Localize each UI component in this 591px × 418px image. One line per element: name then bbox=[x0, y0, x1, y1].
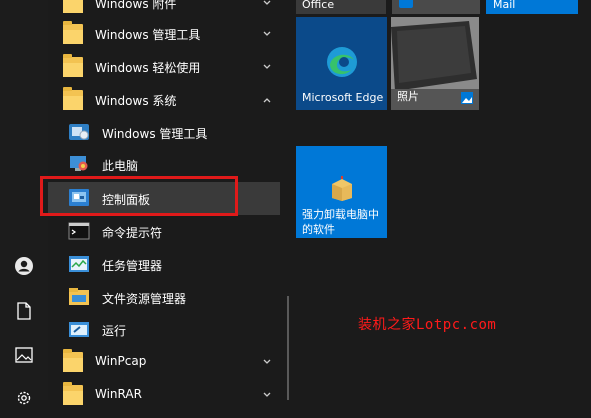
app-file-explorer[interactable]: 文件资源管理器 bbox=[48, 281, 280, 314]
folder-label: Windows 管理工具 bbox=[95, 28, 201, 42]
chevron-down-icon bbox=[263, 64, 271, 69]
chevron-down-icon bbox=[263, 0, 271, 5]
uninstall-box-icon bbox=[332, 176, 352, 201]
tile-label: Mail bbox=[493, 0, 516, 11]
folder-label: Windows 附件 bbox=[95, 0, 177, 11]
folder-icon bbox=[62, 54, 84, 78]
settings-button[interactable] bbox=[0, 378, 48, 418]
tile-label: Microsoft Edge bbox=[302, 91, 384, 104]
task-manager-icon bbox=[68, 253, 90, 275]
tile-skype[interactable] bbox=[392, 0, 480, 14]
pictures-button[interactable] bbox=[0, 335, 48, 375]
app-label: 此电脑 bbox=[102, 159, 139, 173]
watermark-text: 装机之家Lotpc.com bbox=[358, 317, 497, 333]
tile-office[interactable]: Office bbox=[296, 0, 386, 14]
documents-button[interactable] bbox=[0, 291, 48, 331]
tile-label: Office bbox=[302, 0, 335, 11]
photos-icon bbox=[461, 92, 473, 104]
folder-label: WinPcap bbox=[95, 354, 147, 368]
app-label: 命令提示符 bbox=[102, 226, 163, 240]
highlight-box bbox=[40, 176, 238, 216]
folder-icon bbox=[62, 87, 84, 111]
folder-icon bbox=[62, 21, 84, 45]
user-icon bbox=[15, 257, 33, 275]
gear-icon bbox=[17, 391, 31, 405]
app-command-prompt[interactable]: 命令提示符 bbox=[48, 215, 280, 248]
user-account-button[interactable] bbox=[0, 246, 48, 286]
chevron-down-icon bbox=[263, 359, 271, 364]
command-prompt-icon bbox=[68, 220, 90, 242]
app-task-manager[interactable]: 任务管理器 bbox=[48, 248, 280, 281]
app-run[interactable]: 运行 bbox=[48, 313, 280, 346]
chevron-up-icon bbox=[263, 98, 271, 103]
chevron-down-icon bbox=[263, 31, 271, 36]
folder-icon bbox=[62, 0, 84, 14]
folder-winpcap[interactable]: WinPcap bbox=[48, 345, 280, 378]
run-icon bbox=[68, 318, 90, 340]
chevron-down-icon bbox=[263, 392, 271, 397]
this-pc-icon bbox=[68, 153, 90, 175]
folder-icon bbox=[62, 382, 84, 406]
tile-uninstall-software[interactable]: 强力卸载电脑中 的软件 bbox=[296, 146, 387, 238]
folder-windows-system[interactable]: Windows 系统 bbox=[48, 83, 280, 116]
app-windows-admin-tools[interactable]: Windows 管理工具 bbox=[48, 116, 280, 149]
app-label: 任务管理器 bbox=[102, 259, 163, 273]
folder-label: Windows 轻松使用 bbox=[95, 61, 201, 75]
scrollbar[interactable] bbox=[287, 296, 289, 400]
picture-icon bbox=[15, 347, 33, 363]
folder-winrar[interactable]: WinRAR bbox=[48, 378, 280, 411]
tile-photos[interactable]: 照片 bbox=[391, 17, 479, 110]
tile-label-line2: 的软件 bbox=[302, 223, 335, 236]
tile-mail[interactable]: Mail bbox=[486, 0, 578, 14]
skype-icon bbox=[399, 0, 413, 8]
folder-label: WinRAR bbox=[95, 387, 142, 401]
tile-label-line1: 强力卸载电脑中 bbox=[302, 208, 379, 221]
folder-icon bbox=[62, 349, 84, 373]
folder-label: Windows 系统 bbox=[95, 94, 177, 108]
app-label: Windows 管理工具 bbox=[102, 127, 208, 141]
app-label: 运行 bbox=[102, 324, 127, 338]
app-label: 文件资源管理器 bbox=[102, 292, 187, 306]
admin-tools-icon bbox=[68, 121, 90, 143]
edge-icon bbox=[327, 47, 357, 77]
folder-windows-admin-tools[interactable]: Windows 管理工具 bbox=[48, 17, 280, 50]
tile-microsoft-edge[interactable]: Microsoft Edge bbox=[296, 17, 387, 110]
folder-windows-ease-of-access[interactable]: Windows 轻松使用 bbox=[48, 50, 280, 83]
document-icon bbox=[17, 302, 31, 320]
file-explorer-icon bbox=[68, 286, 90, 308]
tile-label: 照片 bbox=[397, 90, 419, 103]
